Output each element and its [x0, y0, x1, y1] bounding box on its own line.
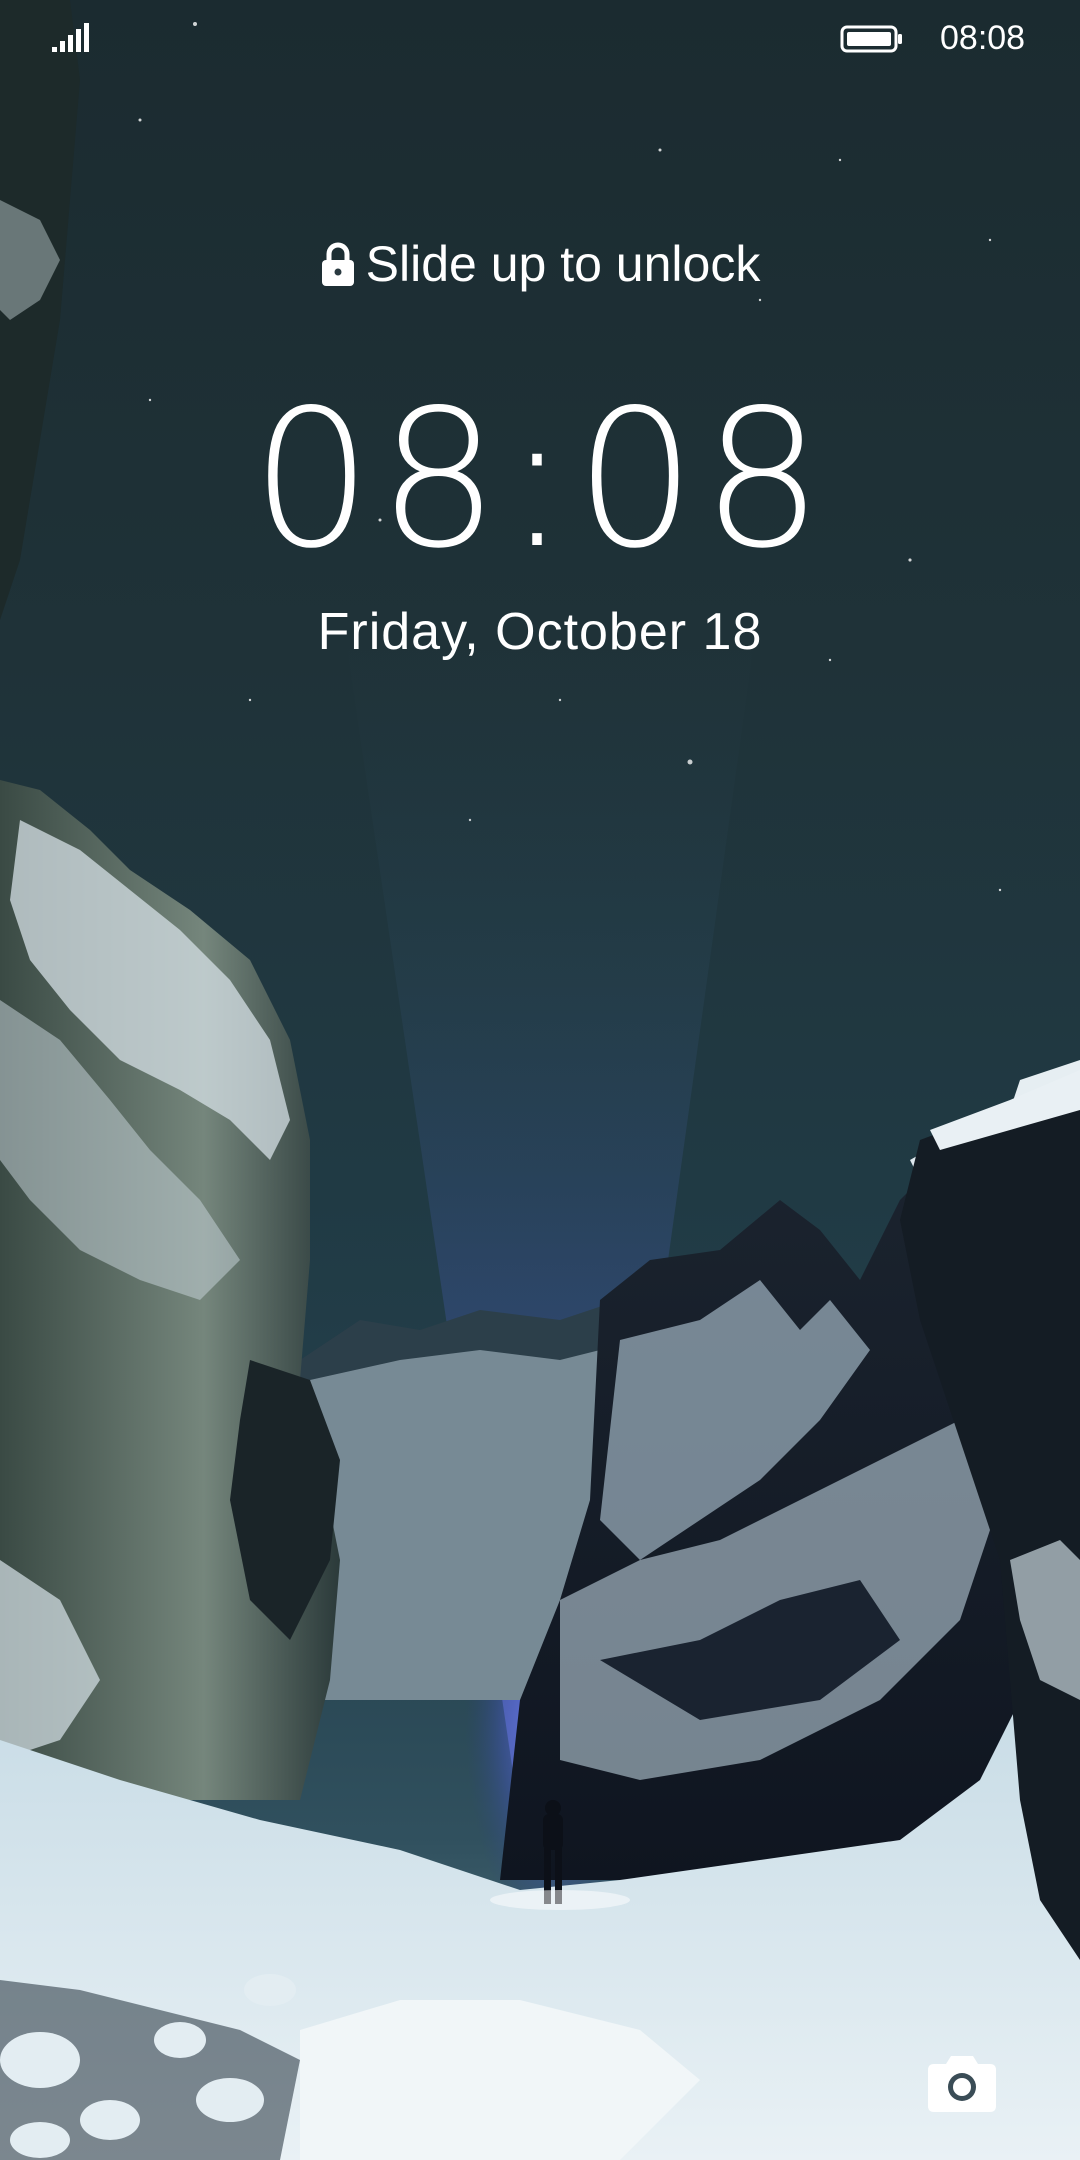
status-time: 08:08	[940, 19, 1026, 57]
signal-bars-icon	[52, 23, 89, 52]
wallpaper-image	[0, 0, 1080, 2160]
lock-icon	[321, 242, 354, 286]
unlock-hint: Slide up to unlock	[0, 232, 1080, 296]
lockscreen-date: Friday, October 18	[317, 603, 763, 661]
camera-icon[interactable]	[924, 2052, 1000, 2116]
lock-screen[interactable]: 08:08 Slide up to unlock 08:08 Friday, O…	[0, 0, 1080, 2160]
battery-full-icon	[840, 25, 902, 53]
unlock-hint-text: Slide up to unlock	[365, 236, 761, 292]
status-bar: 08:08	[0, 0, 1080, 72]
lockscreen-clock: 08:08	[251, 369, 829, 590]
